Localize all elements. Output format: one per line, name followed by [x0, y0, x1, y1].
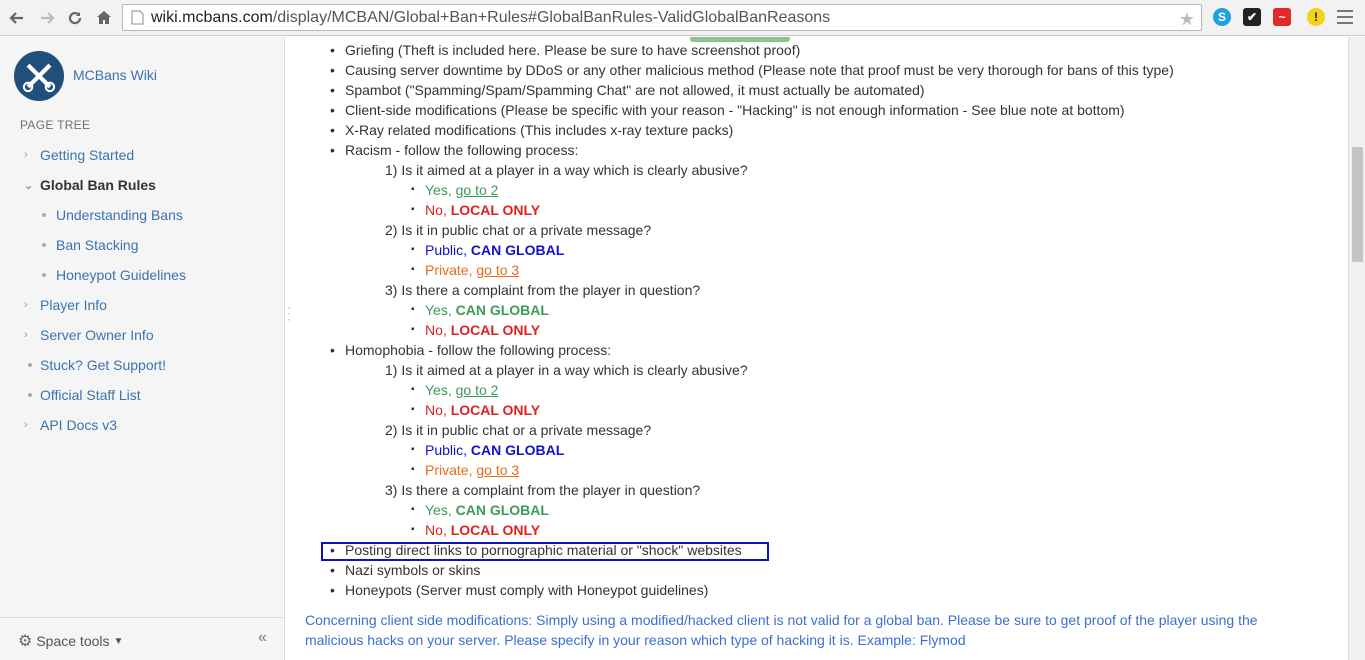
list-item: Spambot ("Spamming/Spam/Spamming Chat" a…	[305, 80, 1345, 100]
tree-item-server-owner-info[interactable]: › Server Owner Info	[0, 320, 285, 350]
url-path: /display/MCBAN/Global+Ban+Rules#GlobalBa…	[272, 8, 831, 26]
note-line: malicious hacks on your server. Please s…	[305, 632, 966, 648]
answer-private: Private, go to 3	[385, 260, 1345, 280]
bullet-icon	[28, 393, 32, 397]
forward-arrow-icon	[41, 12, 55, 24]
tree-item-getting-started[interactable]: › Getting Started	[0, 140, 285, 170]
tree-item-official-staff-list[interactable]: Official Staff List	[0, 380, 285, 410]
back-button[interactable]	[6, 7, 28, 29]
answer-yes: Yes, go to 2	[385, 180, 1345, 200]
vertical-scrollbar[interactable]	[1348, 37, 1365, 660]
answer-yes: Yes, CAN GLOBAL	[385, 300, 1345, 320]
page-icon	[131, 10, 144, 25]
question-1: 1) Is it aimed at a player in a way whic…	[345, 360, 1345, 420]
address-bar[interactable]: wiki.mcbans.com/display/MCBAN/Global+Ban…	[122, 4, 1202, 31]
answer-private: Private, go to 3	[385, 460, 1345, 480]
home-button[interactable]	[93, 7, 115, 29]
answer-no: No, LOCAL ONLY	[385, 320, 1345, 340]
scrollbar-thumb[interactable]	[1352, 147, 1363, 262]
tree-item-api-docs-v3[interactable]: › API Docs v3	[0, 410, 285, 440]
list-item: Honeypots (Server must comply with Honey…	[305, 580, 1345, 600]
bullet-icon	[42, 273, 46, 277]
collapse-sidebar-button[interactable]: «	[258, 629, 267, 647]
answer-no: No, LOCAL ONLY	[385, 520, 1345, 540]
question-3: 3) Is there a complaint from the player …	[345, 480, 1345, 540]
answers: Yes, go to 2 No, LOCAL ONLY	[385, 180, 1345, 220]
page-tree-title: PAGE TREE	[20, 118, 91, 132]
back-arrow-icon	[9, 12, 23, 24]
question-3: 3) Is there a complaint from the player …	[345, 280, 1345, 340]
forward-button[interactable]	[36, 7, 58, 29]
note-line: Concerning client side modifications: Si…	[305, 612, 1258, 628]
homophobia-process: 1) Is it aimed at a player in a way whic…	[345, 360, 1345, 540]
answers: Public, CAN GLOBAL Private, go to 3	[385, 440, 1345, 480]
highlight-box	[321, 542, 769, 561]
list-item: Nazi symbols or skins	[305, 560, 1345, 580]
space-name-link[interactable]: MCBans Wiki	[73, 67, 157, 83]
answer-public: Public, CAN GLOBAL	[385, 440, 1345, 460]
bookmark-star-icon[interactable]: ★	[1179, 9, 1195, 30]
tree-item-player-info[interactable]: › Player Info	[0, 290, 285, 320]
chevron-right-icon: ›	[24, 329, 28, 341]
list-item: Client-side modifications (Please be spe…	[305, 100, 1345, 120]
space-tools-button[interactable]: ⚙ Space tools ▼	[18, 631, 123, 651]
answers: Yes, go to 2 No, LOCAL ONLY	[385, 380, 1345, 420]
tree-item-understanding-bans[interactable]: Understanding Bans	[0, 200, 285, 230]
url-host: wiki.mcbans.com	[151, 8, 273, 26]
tree-item-global-ban-rules[interactable]: ⌄ Global Ban Rules	[0, 170, 285, 200]
warning-extension-icon[interactable]: !	[1307, 8, 1325, 26]
sidebar-divider	[0, 617, 284, 618]
answers: Public, CAN GLOBAL Private, go to 3	[385, 240, 1345, 280]
reload-button[interactable]	[64, 7, 86, 29]
chrome-menu-icon[interactable]	[1337, 10, 1353, 28]
checkmark-extension-icon[interactable]: ✔	[1243, 8, 1261, 26]
answers: Yes, CAN GLOBAL No, LOCAL ONLY	[385, 300, 1345, 340]
bullet-icon	[28, 363, 32, 367]
sidebar: MCBans Wiki PAGE TREE › Getting Started ⌄…	[0, 37, 285, 660]
answer-yes: Yes, CAN GLOBAL	[385, 500, 1345, 520]
gear-icon: ⚙	[18, 633, 33, 650]
page-tree: › Getting Started ⌄ Global Ban Rules Under…	[0, 140, 285, 440]
chevron-down-icon: ⌄	[24, 179, 34, 192]
list-item: X-Ray related modifications (This includ…	[305, 120, 1345, 140]
page-content: Griefing (Theft is included here. Please…	[305, 37, 1345, 660]
answer-public: Public, CAN GLOBAL	[385, 240, 1345, 260]
go-to-2-link[interactable]: go to 2	[456, 382, 499, 398]
caret-down-icon: ▼	[113, 635, 124, 647]
home-icon	[97, 11, 111, 24]
client-mods-note: Concerning client side modifications: Si…	[305, 610, 1315, 650]
tree-item-ban-stacking[interactable]: Ban Stacking	[0, 230, 285, 260]
question-2: 2) Is it in public chat or a private mes…	[345, 220, 1345, 280]
chevron-right-icon: ›	[24, 299, 28, 311]
space-logo-icon[interactable]	[14, 51, 64, 101]
answer-yes: Yes, go to 2	[385, 380, 1345, 400]
list-item-homophobia: Homophobia - follow the following proces…	[305, 340, 1345, 540]
answer-no: No, LOCAL ONLY	[385, 200, 1345, 220]
crossed-tools-icon	[22, 63, 56, 93]
answers: Yes, CAN GLOBAL No, LOCAL ONLY	[385, 500, 1345, 540]
chevron-right-icon: ›	[24, 149, 28, 161]
browser-toolbar: wiki.mcbans.com/display/MCBAN/Global+Ban…	[0, 0, 1365, 36]
pocket-extension-icon[interactable]: ~	[1273, 8, 1291, 26]
tree-item-honeypot-guidelines[interactable]: Honeypot Guidelines	[0, 260, 285, 290]
bullet-icon	[42, 243, 46, 247]
skype-icon[interactable]: S	[1213, 8, 1231, 26]
racism-process: 1) Is it aimed at a player in a way whic…	[345, 160, 1345, 340]
reload-icon	[68, 11, 82, 25]
list-item-racism: Racism - follow the following process: 1…	[305, 140, 1345, 340]
go-to-2-link[interactable]: go to 2	[456, 182, 499, 198]
bullet-icon	[42, 213, 46, 217]
question-1: 1) Is it aimed at a player in a way whic…	[345, 160, 1345, 220]
question-2: 2) Is it in public chat or a private mes…	[345, 420, 1345, 480]
answer-no: No, LOCAL ONLY	[385, 400, 1345, 420]
chevron-right-icon: ›	[24, 419, 28, 431]
list-item: Causing server downtime by DDoS or any o…	[305, 60, 1345, 80]
tree-item-stuck-get-support[interactable]: Stuck? Get Support!	[0, 350, 285, 380]
go-to-3-link[interactable]: go to 3	[476, 462, 519, 478]
sidebar-resize-handle[interactable]: · · ·	[287, 301, 291, 325]
ban-reasons-list: Griefing (Theft is included here. Please…	[305, 40, 1345, 600]
list-item: Griefing (Theft is included here. Please…	[305, 40, 1345, 60]
go-to-3-link[interactable]: go to 3	[476, 262, 519, 278]
